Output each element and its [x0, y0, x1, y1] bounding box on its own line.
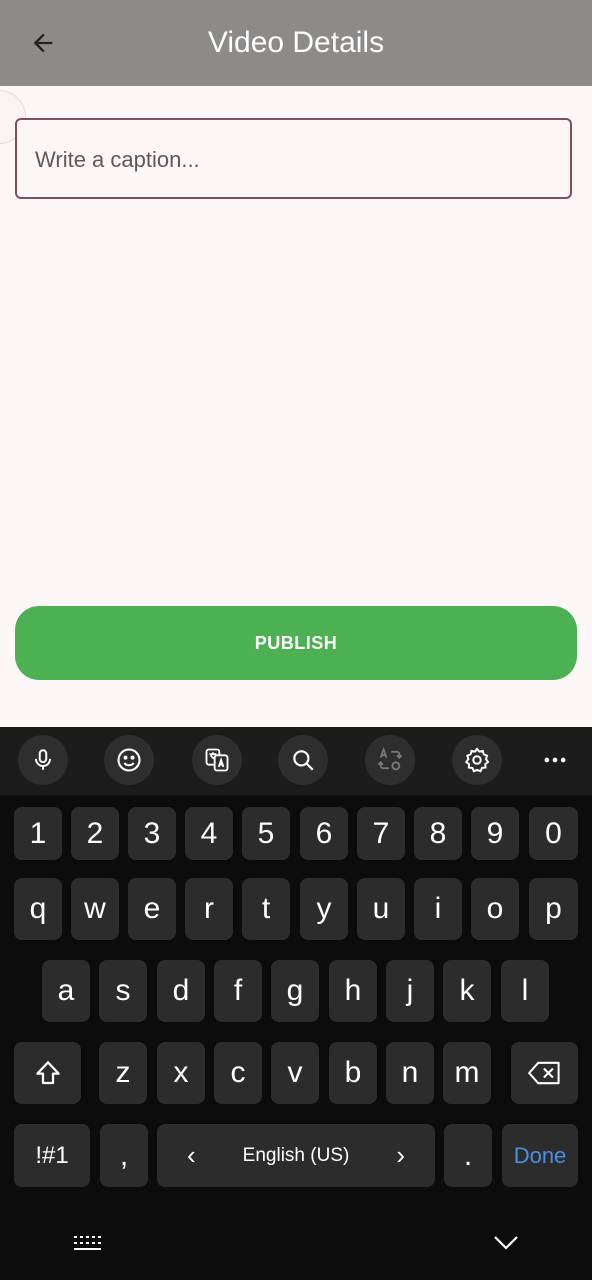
search-button[interactable]: [278, 735, 328, 785]
key-z[interactable]: z: [99, 1042, 147, 1104]
settings-icon: [464, 747, 490, 773]
key-w[interactable]: w: [71, 878, 119, 940]
caption-input[interactable]: [33, 120, 554, 199]
keyboard-toolbar: [0, 727, 592, 795]
key-k[interactable]: k: [443, 960, 491, 1022]
key-u[interactable]: u: [357, 878, 405, 940]
navigation-bar: [0, 1200, 592, 1280]
period-key[interactable]: .: [444, 1124, 492, 1187]
key-8[interactable]: 8: [414, 807, 462, 860]
microphone-icon: [34, 749, 52, 770]
text-rotate-button[interactable]: [365, 735, 415, 785]
key-b[interactable]: b: [329, 1042, 377, 1104]
shift-icon: [35, 1061, 60, 1085]
key-g[interactable]: g: [271, 960, 319, 1022]
symbols-key[interactable]: !#1: [14, 1124, 90, 1187]
key-5[interactable]: 5: [242, 807, 290, 860]
emoji-icon: [117, 748, 141, 772]
key-y[interactable]: y: [300, 878, 348, 940]
key-h[interactable]: h: [329, 960, 377, 1022]
key-1[interactable]: 1: [14, 807, 62, 860]
key-c[interactable]: c: [214, 1042, 262, 1104]
language-next-icon: ›: [396, 1140, 405, 1170]
key-o[interactable]: o: [471, 878, 519, 940]
key-p[interactable]: p: [529, 878, 578, 940]
text-rotate-icon: [377, 746, 403, 771]
backspace-icon: [527, 1061, 560, 1085]
voice-input-button[interactable]: [18, 735, 68, 785]
key-t[interactable]: t: [242, 878, 290, 940]
key-d[interactable]: d: [157, 960, 205, 1022]
translate-button[interactable]: [192, 735, 242, 785]
backspace-key[interactable]: [511, 1042, 578, 1104]
page-title: Video Details: [207, 26, 385, 59]
key-3[interactable]: 3: [128, 807, 176, 860]
key-r[interactable]: r: [185, 878, 233, 940]
key-q[interactable]: q: [14, 878, 62, 940]
more-icon: [544, 757, 566, 763]
caption-field[interactable]: [15, 118, 572, 199]
keyboard: 1 2 3 4 5 6 7 8 9 0 q w e r t y u i o p …: [0, 727, 592, 1280]
key-9[interactable]: 9: [471, 807, 519, 860]
key-6[interactable]: 6: [300, 807, 348, 860]
keyboard-icon: [74, 1236, 101, 1250]
keyboard-switch-button[interactable]: [68, 1228, 108, 1258]
emoji-button[interactable]: [104, 735, 154, 785]
key-f[interactable]: f: [214, 960, 262, 1022]
key-i[interactable]: i: [414, 878, 462, 940]
publish-button[interactable]: PUBLISH: [15, 606, 577, 680]
app-bar: Video Details: [0, 0, 592, 86]
key-s[interactable]: s: [99, 960, 147, 1022]
done-key[interactable]: Done: [502, 1124, 578, 1187]
key-0[interactable]: 0: [529, 807, 578, 860]
key-n[interactable]: n: [386, 1042, 434, 1104]
key-m[interactable]: m: [443, 1042, 491, 1104]
translate-icon: [205, 748, 229, 772]
space-bar[interactable]: ‹ English (US) ›: [157, 1124, 435, 1187]
key-7[interactable]: 7: [357, 807, 405, 860]
key-j[interactable]: j: [386, 960, 434, 1022]
more-options-button[interactable]: [530, 735, 580, 785]
key-2[interactable]: 2: [71, 807, 119, 860]
shift-key[interactable]: [14, 1042, 81, 1104]
key-l[interactable]: l: [501, 960, 549, 1022]
key-x[interactable]: x: [157, 1042, 205, 1104]
chevron-down-icon: [494, 1236, 518, 1250]
key-4[interactable]: 4: [185, 807, 233, 860]
key-a[interactable]: a: [42, 960, 90, 1022]
comma-key[interactable]: ,: [100, 1124, 148, 1187]
language-label: English (US): [242, 1144, 350, 1166]
language-prev-icon: ‹: [187, 1140, 196, 1170]
hide-keyboard-button[interactable]: [488, 1226, 524, 1258]
key-v[interactable]: v: [271, 1042, 319, 1104]
search-icon: [293, 750, 314, 771]
settings-button[interactable]: [452, 735, 502, 785]
key-e[interactable]: e: [128, 878, 176, 940]
